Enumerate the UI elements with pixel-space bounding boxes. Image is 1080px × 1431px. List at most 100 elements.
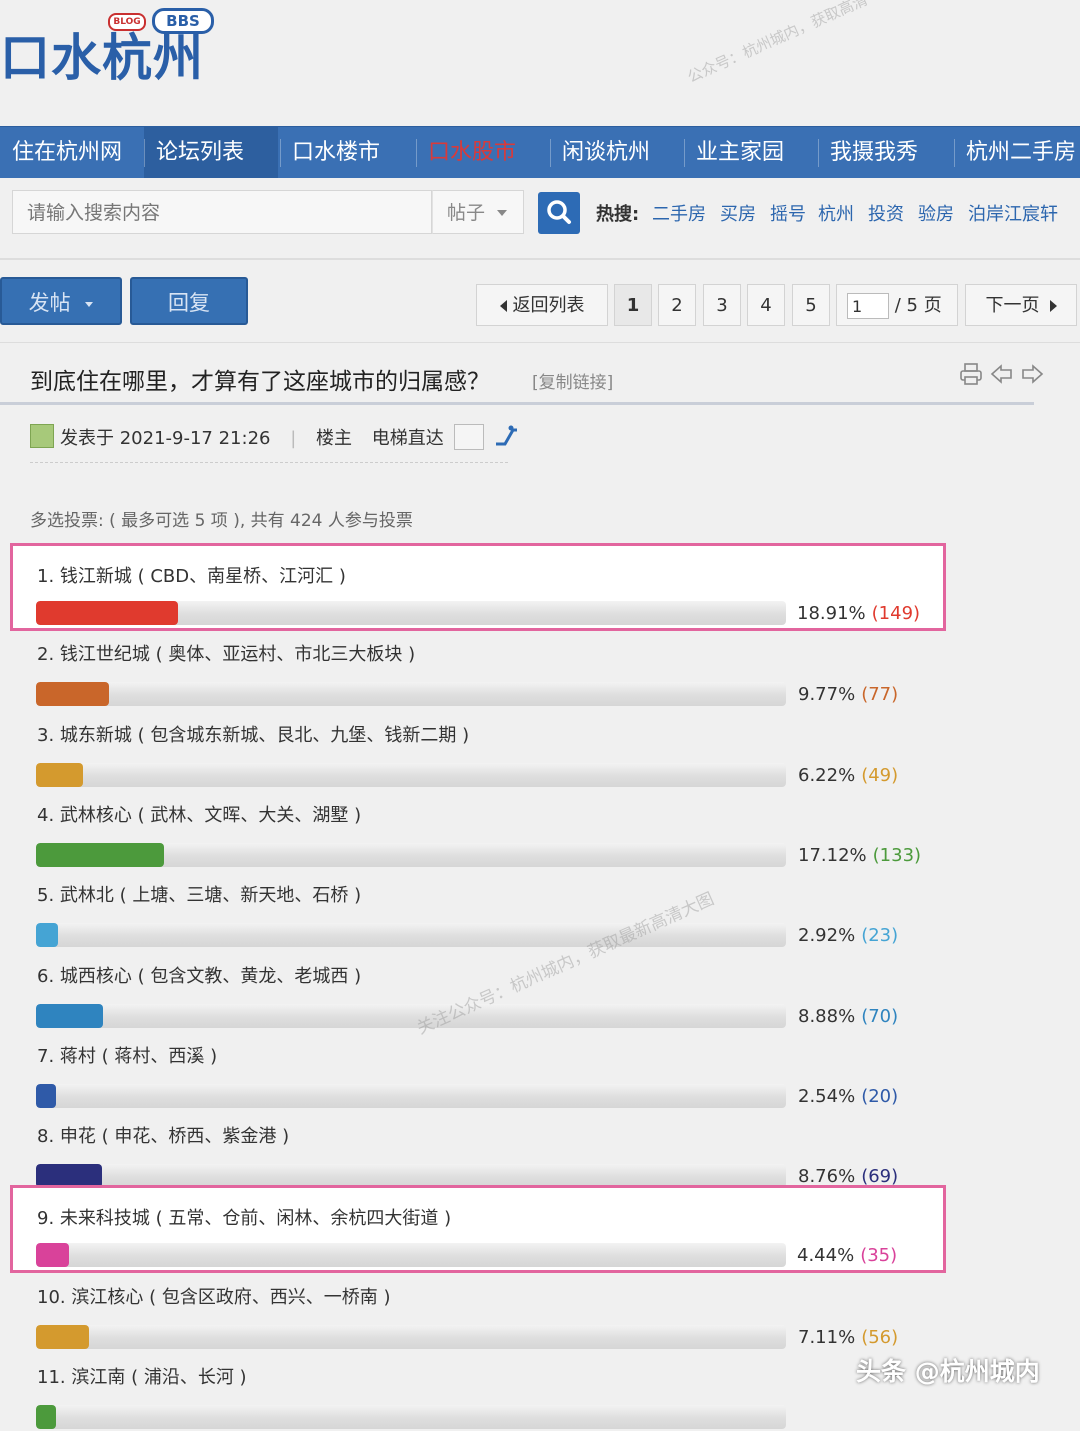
nav-item[interactable]: 业主家园 — [684, 127, 818, 179]
nav-item[interactable]: 论坛列表 — [144, 127, 278, 179]
chevron-down-icon — [85, 301, 94, 307]
poll-result: 7.11% (56) — [798, 1327, 898, 1348]
hot-search-link[interactable]: 买房 — [720, 200, 756, 226]
poll-result: 17.12% (133) — [798, 845, 921, 866]
poll-option: 10. 滨江核心 ( 包含区政府、西兴、一桥南 ) 7.11% (56) — [12, 1269, 942, 1351]
new-post-label: 发帖 — [28, 291, 71, 315]
print-icon[interactable] — [958, 362, 984, 386]
poll-bar-fill — [36, 601, 178, 625]
nav-item[interactable]: 杭州二手房 — [954, 127, 1080, 179]
poll-bar-fill — [36, 842, 164, 867]
poll-option: 5. 武林北 ( 上塘、三塘、新天地、石桥 ) 2.92% (23) — [12, 867, 942, 949]
title-divider — [0, 402, 1034, 405]
hot-search-link[interactable]: 摇号 — [770, 200, 806, 226]
next-thread-icon[interactable] — [1020, 364, 1044, 384]
page-number-button[interactable]: 1 — [614, 284, 652, 326]
site-header: BLOG BBS 口水杭州 公众号：杭州城内，获取高清 — [0, 0, 1080, 126]
search-input[interactable]: 请输入搜索内容 — [12, 190, 432, 234]
back-to-list-button[interactable]: 返回列表 — [476, 284, 608, 326]
poll-option: 7. 蒋村 ( 蒋村、西溪 ) 2.54% (20) — [12, 1028, 942, 1110]
poll-percent: 2.92% — [798, 925, 856, 947]
poll-percent: 4.44% — [797, 1245, 855, 1267]
poll-percent: 18.91% — [797, 603, 866, 624]
nav-item[interactable]: 口水股市 — [416, 127, 550, 179]
poll-bar-fill — [36, 1003, 103, 1028]
poll-vote-count: (70) — [861, 1005, 899, 1027]
previous-thread-icon[interactable] — [990, 364, 1014, 384]
poll-percent: 6.22% — [798, 764, 856, 786]
elevator-label: 电梯直达 — [371, 428, 444, 449]
poll-vote-count: (133) — [872, 844, 922, 866]
poll-header: 多选投票: ( 最多可选 5 项 ), 共有 424 人参与投票 — [30, 511, 413, 531]
nav-item[interactable]: 闲谈杭州 — [550, 127, 684, 179]
nav-divider — [550, 139, 551, 167]
post-meta: 发表于 2021-9-17 21:26 | 楼主 电梯直达 — [30, 424, 519, 450]
page-number-button[interactable]: 2 — [658, 284, 696, 326]
poll-option: 2. 钱江世纪城 ( 奥体、亚运村、市北三大板块 ) 9.77% (77) — [12, 626, 942, 708]
hot-search-link[interactable]: 验房 — [918, 200, 954, 226]
poll-vote-count: (35) — [860, 1245, 898, 1267]
poll-option-label: 7. 蒋村 ( 蒋村、西溪 ) — [37, 1045, 218, 1067]
hot-search-link[interactable]: 泊岸江宸轩 — [968, 200, 1058, 226]
logo-text: 口水杭州 — [0, 29, 204, 87]
chevron-left-icon — [499, 300, 507, 312]
poll-bar-fill — [36, 762, 83, 787]
poll-option-label: 1. 钱江新城 ( CBD、南星桥、江河汇 ) — [37, 566, 346, 587]
user-online-icon — [30, 424, 54, 448]
poll-result: 4.44% (35) — [797, 1245, 897, 1266]
new-post-button[interactable]: 发帖 — [0, 277, 122, 325]
nav-divider — [818, 139, 819, 167]
reply-button[interactable]: 回复 — [130, 277, 248, 325]
search-type-select[interactable]: 帖子 — [432, 190, 524, 234]
poll-vote-count: (69) — [861, 1166, 899, 1188]
poll-bar-track — [36, 682, 786, 707]
poll-percent: 8.88% — [798, 1005, 856, 1027]
poll-percent: 7.11% — [798, 1326, 856, 1348]
poll-vote-count: (77) — [861, 684, 899, 706]
poll-result: 8.76% (69) — [798, 1166, 898, 1187]
elevator-input[interactable] — [453, 424, 484, 450]
poll-option-label: 5. 武林北 ( 上塘、三塘、新天地、石桥 ) — [37, 885, 362, 907]
nav-item[interactable]: 我摄我秀 — [818, 127, 952, 179]
copy-link[interactable]: [复制链接] — [532, 368, 613, 393]
poll-bar-track — [36, 842, 786, 867]
nav-divider — [280, 139, 281, 167]
author-role: 楼主 — [316, 428, 353, 449]
page-jump-input[interactable]: 1 — [847, 293, 889, 319]
poll-percent: 17.12% — [798, 844, 867, 866]
post-time: 发表于 2021-9-17 21:26 — [60, 428, 271, 449]
nav-divider — [684, 139, 685, 167]
poll-vote-count: (20) — [861, 1085, 899, 1107]
page-number-button[interactable]: 5 — [792, 284, 830, 326]
search-button[interactable] — [538, 192, 580, 234]
poll-vote-count: (56) — [861, 1326, 899, 1348]
poll-bar-track — [36, 1083, 786, 1108]
poll-percent: 8.76% — [798, 1166, 856, 1188]
hot-search-label: 热搜: — [596, 204, 640, 225]
poll-bar-fill — [36, 1083, 56, 1108]
back-to-list-label: 返回列表 — [512, 295, 585, 316]
nav-item[interactable]: 住在杭州网 — [0, 127, 134, 179]
poll-result: 9.77% (77) — [798, 684, 898, 705]
chevron-right-icon — [1049, 300, 1057, 312]
hot-search-link[interactable]: 投资 — [868, 200, 904, 226]
site-logo[interactable]: BLOG BBS 口水杭州 — [0, 4, 220, 86]
poll-result: 8.88% (70) — [798, 1006, 898, 1027]
page-total-label: / 5 页 — [894, 295, 942, 316]
next-page-button[interactable]: 下一页 — [965, 284, 1077, 326]
poll-result: 2.54% (20) — [798, 1086, 898, 1107]
hot-search-link[interactable]: 杭州 — [818, 200, 854, 226]
page-number-button[interactable]: 3 — [703, 284, 741, 326]
elevator-go-icon[interactable] — [493, 424, 519, 448]
poll-bar-track — [36, 601, 786, 625]
page-number-button[interactable]: 4 — [747, 284, 785, 326]
poll-option-label: 10. 滨江核心 ( 包含区政府、西兴、一桥南 ) — [37, 1286, 391, 1308]
poll-option-label: 3. 城东新城 ( 包含城东新城、艮北、九堡、钱新二期 ) — [37, 724, 470, 746]
poll-bar-fill — [36, 1324, 89, 1349]
poll-option-label: 11. 滨江南 ( 浦沿、长河 ) — [37, 1367, 247, 1388]
poll-option-label: 6. 城西核心 ( 包含文教、黄龙、老城西 ) — [37, 965, 362, 987]
nav-divider — [416, 139, 417, 167]
poll-result: 6.22% (49) — [798, 765, 898, 786]
hot-search-link[interactable]: 二手房 — [652, 200, 706, 226]
nav-item[interactable]: 口水楼市 — [280, 127, 414, 179]
